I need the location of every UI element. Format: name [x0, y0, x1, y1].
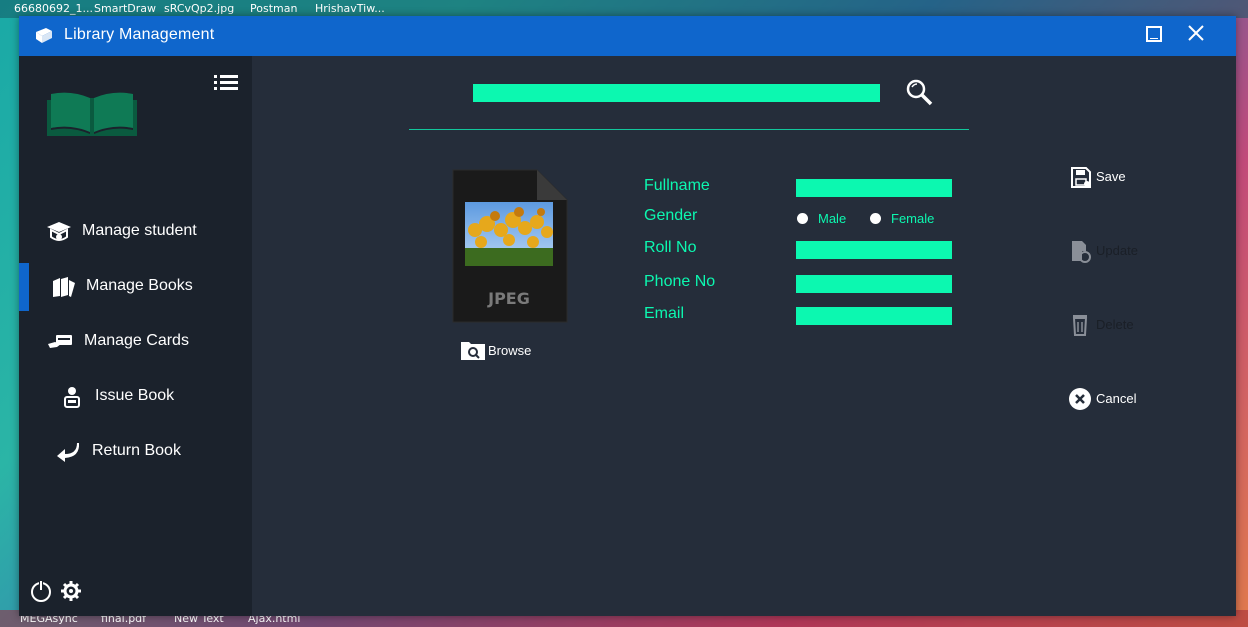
sidebar-item-label: Manage Books: [86, 277, 193, 294]
save-icon: [1071, 167, 1091, 188]
app-window: Library Management Manage student Manage…: [19, 16, 1236, 616]
window-title: Library Management: [64, 26, 215, 43]
rollno-field[interactable]: [796, 241, 952, 259]
radio-label: Male: [818, 211, 847, 226]
update-icon: [1072, 241, 1091, 263]
desktop-item[interactable]: sRCvQp2.jpg: [164, 2, 234, 15]
power-icon[interactable]: [30, 580, 52, 602]
jpeg-file-image: JPEG: [452, 169, 568, 323]
sidebar-item-label: Manage student: [82, 222, 197, 239]
update-label: Update: [1096, 243, 1138, 258]
gender-label: Gender: [644, 207, 698, 224]
desktop-item[interactable]: 66680692_1...: [14, 2, 93, 15]
close-icon: [1188, 25, 1204, 41]
sidebar-item-label: Manage Cards: [84, 332, 189, 349]
close-button[interactable]: [1185, 22, 1207, 44]
desktop-item[interactable]: SmartDraw: [94, 2, 156, 15]
card-hand-icon: [48, 335, 72, 348]
open-book-logo: [47, 92, 137, 136]
cancel-label: Cancel: [1096, 391, 1137, 406]
sidebar-item-issue-book[interactable]: Issue Book: [19, 373, 252, 421]
rollno-label: Roll No: [644, 239, 697, 256]
radio-label: Female: [891, 211, 935, 226]
search-icon[interactable]: [905, 78, 933, 106]
folder-search-icon: [461, 342, 485, 360]
sidebar-item-return-book[interactable]: Return Book: [19, 428, 252, 476]
books-icon: [53, 277, 75, 297]
return-arrow-icon: [57, 443, 80, 462]
title-bar: Library Management: [19, 16, 1236, 56]
sidebar: Manage student Manage Books Manage Cards: [19, 56, 252, 616]
person-book-icon: [64, 387, 80, 408]
radio-dot: [797, 213, 808, 224]
graduation-cap-icon: [47, 222, 71, 241]
search-input[interactable]: [473, 84, 880, 102]
gear-icon[interactable]: [60, 580, 82, 602]
sidebar-item-manage-cards[interactable]: Manage Cards: [19, 318, 252, 366]
browse-label: Browse: [488, 343, 532, 358]
phone-field[interactable]: [796, 275, 952, 293]
save-label: Save: [1096, 169, 1126, 184]
maximize-button[interactable]: [1146, 26, 1162, 42]
desktop-item[interactable]: Postman: [250, 2, 297, 15]
fullname-label: Fullname: [644, 177, 710, 194]
sidebar-item-manage-books[interactable]: Manage Books: [19, 263, 252, 311]
trash-icon: [1072, 315, 1088, 336]
sidebar-item-label: Issue Book: [95, 387, 175, 404]
delete-label: Delete: [1096, 317, 1134, 332]
radio-dot: [870, 213, 881, 224]
desktop-item[interactable]: HrishavTiw...: [315, 2, 385, 15]
list-menu-icon[interactable]: [214, 74, 238, 94]
email-label: Email: [644, 305, 685, 322]
search-divider: [409, 129, 969, 130]
email-field[interactable]: [796, 307, 952, 325]
sidebar-item-label: Return Book: [92, 442, 181, 459]
sidebar-item-manage-student[interactable]: Manage student: [19, 208, 252, 256]
fullname-field[interactable]: [796, 179, 952, 197]
book-icon: [36, 28, 52, 43]
phone-label: Phone No: [644, 273, 716, 290]
jpeg-label: JPEG: [487, 289, 530, 308]
cancel-icon: [1069, 388, 1091, 410]
